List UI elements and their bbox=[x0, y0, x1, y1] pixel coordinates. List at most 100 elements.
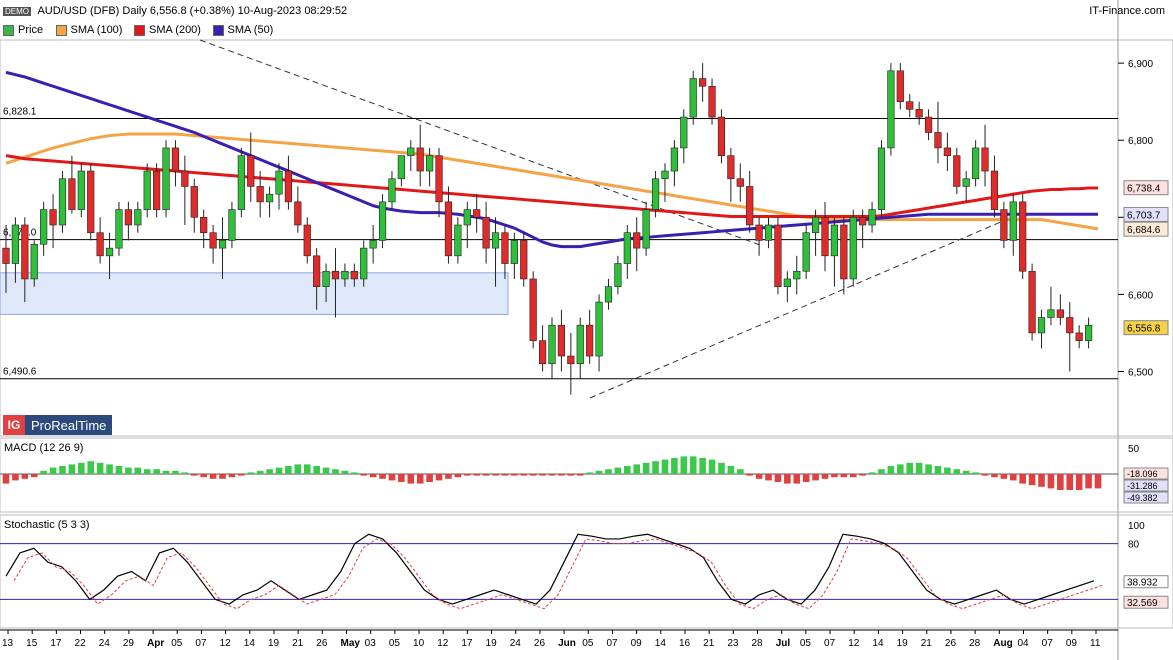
candle bbox=[322, 270, 330, 287]
candle bbox=[134, 209, 142, 226]
candle bbox=[378, 201, 387, 241]
macd-bar bbox=[520, 474, 528, 476]
x-tick-label: 26 bbox=[316, 638, 328, 649]
x-tick-label: 19 bbox=[268, 638, 280, 649]
candle bbox=[934, 132, 942, 149]
macd-bar bbox=[548, 474, 556, 476]
macd-bar bbox=[1019, 474, 1026, 484]
candle bbox=[1009, 201, 1017, 241]
macd-bar bbox=[87, 461, 95, 474]
candle bbox=[830, 224, 839, 257]
macd-bar bbox=[228, 474, 236, 478]
chart-window: 6,828.16,671.06,490.66,9006,8006,7006,60… bbox=[0, 0, 1173, 660]
macd-bar bbox=[256, 470, 264, 474]
legend-item[interactable]: SMA (100) bbox=[55, 22, 122, 38]
x-tick-label: 19 bbox=[486, 638, 498, 649]
macd-bar bbox=[915, 462, 923, 474]
macd-bar bbox=[473, 474, 480, 476]
x-tick-label: 04 bbox=[1017, 638, 1029, 649]
macd-value-text: -49.382 bbox=[1127, 493, 1158, 503]
macd-bar bbox=[501, 474, 509, 476]
candle bbox=[30, 243, 38, 280]
candle bbox=[153, 170, 161, 210]
macd-bar bbox=[303, 464, 311, 474]
x-tick-label: 24 bbox=[510, 638, 522, 649]
macd-bar bbox=[614, 467, 622, 474]
candle bbox=[360, 247, 368, 280]
macd-bar bbox=[812, 474, 819, 481]
candle bbox=[529, 278, 537, 341]
macd-bar bbox=[454, 474, 462, 478]
macd-bar bbox=[567, 474, 575, 476]
macd-bar bbox=[821, 474, 829, 479]
candle bbox=[764, 224, 773, 241]
x-tick-label: 14 bbox=[244, 638, 256, 649]
x-tick-label: 07 bbox=[606, 638, 618, 649]
legend-item[interactable]: Price bbox=[3, 22, 43, 38]
candle bbox=[877, 147, 886, 210]
y-tick-label: 6,800 bbox=[1128, 136, 1153, 147]
macd-bar bbox=[2, 474, 10, 484]
candle bbox=[567, 355, 575, 365]
y-tick-label: 6,600 bbox=[1128, 290, 1153, 301]
x-tick-label: 05 bbox=[171, 638, 183, 649]
x-tick-label: 21 bbox=[921, 638, 933, 649]
stoch-title: Stochastic (5 3 3) bbox=[4, 519, 90, 531]
macd-bar bbox=[68, 464, 76, 474]
candle bbox=[623, 232, 631, 264]
candle bbox=[557, 324, 566, 357]
last-price-badge-text: 6,556.8 bbox=[1127, 324, 1161, 335]
macd-bar bbox=[972, 472, 979, 474]
x-tick-label: May bbox=[340, 638, 360, 649]
legend-swatch bbox=[3, 24, 14, 36]
macd-bar bbox=[59, 466, 66, 474]
macd-title: MACD (12 26 9) bbox=[4, 442, 83, 454]
candle bbox=[501, 232, 509, 264]
macd-bar bbox=[379, 474, 386, 479]
macd-bar bbox=[671, 458, 678, 474]
macd-bar bbox=[238, 474, 245, 476]
x-tick-label: 22 bbox=[75, 638, 87, 649]
candle bbox=[190, 186, 198, 218]
macd-bar bbox=[840, 474, 848, 478]
macd-bar bbox=[369, 474, 377, 478]
candle bbox=[454, 224, 462, 257]
candle bbox=[265, 193, 274, 203]
candle bbox=[284, 170, 293, 203]
macd-bar bbox=[398, 474, 405, 482]
macd-bar bbox=[200, 474, 207, 478]
x-tick-label: 12 bbox=[220, 638, 232, 649]
macd-bar bbox=[426, 474, 433, 482]
candle bbox=[689, 78, 697, 118]
macd-bar bbox=[482, 474, 490, 476]
candle bbox=[972, 147, 980, 180]
macd-bar bbox=[106, 464, 113, 474]
stoch-k-line bbox=[5, 533, 1095, 605]
y-tick-label: 6,900 bbox=[1128, 59, 1153, 70]
x-tick-label: 16 bbox=[679, 638, 691, 649]
macd-bar bbox=[78, 462, 85, 474]
x-tick-label: 29 bbox=[123, 638, 135, 649]
macd-bar bbox=[332, 469, 339, 474]
trendline-up bbox=[589, 217, 1011, 399]
candle bbox=[397, 155, 405, 180]
legend-item[interactable]: SMA (50) bbox=[212, 22, 273, 38]
x-tick-label: 03 bbox=[365, 638, 377, 649]
horizontal-line-label: 6,490.6 bbox=[3, 367, 37, 378]
y-tick-label: 6,500 bbox=[1128, 367, 1153, 378]
candle bbox=[49, 209, 57, 226]
macd-bar bbox=[172, 470, 179, 474]
candle bbox=[275, 170, 283, 195]
legend-swatch bbox=[134, 24, 145, 36]
candle bbox=[294, 201, 302, 226]
macd-bar bbox=[30, 474, 38, 478]
legend-item[interactable]: SMA (200) bbox=[134, 22, 201, 38]
macd-bar bbox=[1047, 474, 1055, 489]
x-tick-label: 26 bbox=[534, 638, 546, 649]
candle bbox=[953, 155, 961, 187]
candle bbox=[115, 209, 123, 249]
macd-bar bbox=[539, 474, 546, 476]
macd-bar bbox=[40, 470, 47, 474]
macd-bar bbox=[153, 469, 160, 474]
macd-bar bbox=[605, 469, 612, 474]
